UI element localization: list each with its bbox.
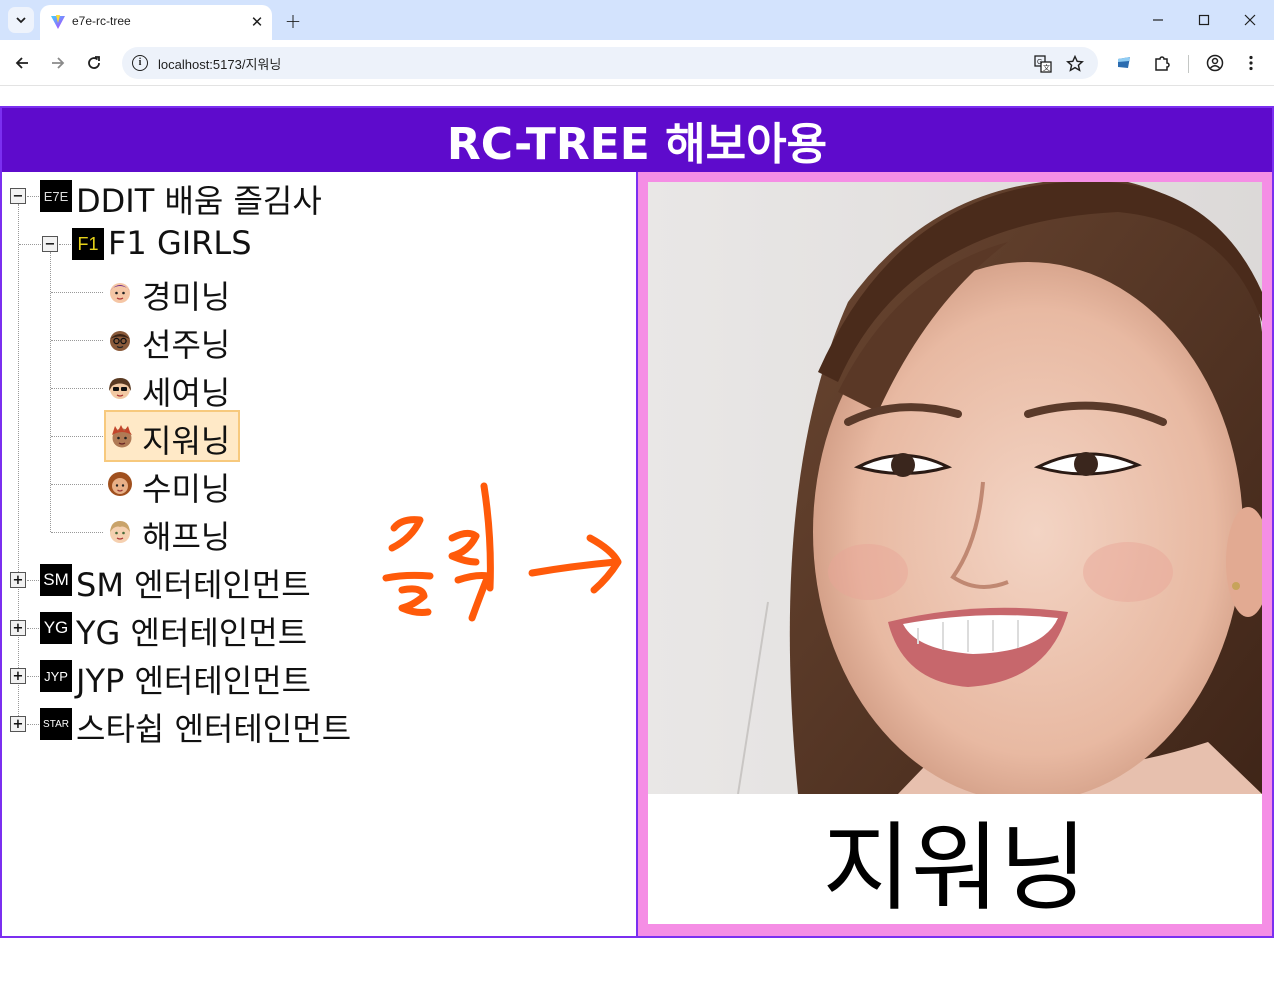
browser-toolbar: i localhost:5173/지워닝 G文 (0, 40, 1274, 86)
tab-close-icon[interactable]: ✕ (246, 11, 268, 33)
tree-connector (51, 484, 103, 485)
page-header: RC-TREE 해보아용 (2, 108, 1272, 172)
expand-icon[interactable]: + (10, 620, 26, 636)
tree-node-label[interactable]: DDIT 배움 즐김사 (76, 176, 322, 222)
click-annotation-arrow-icon (382, 482, 622, 622)
tree-node-member[interactable]: 세여닝 (2, 368, 602, 412)
kebab-menu-icon[interactable] (1239, 51, 1263, 75)
tree-connector (27, 196, 39, 197)
tree-node-label[interactable]: SM 엔터테인먼트 (76, 560, 311, 606)
tree-node-label[interactable]: 선주닝 (142, 320, 230, 366)
tree-node-f1-girls[interactable]: − F1 F1 GIRLS (2, 224, 602, 264)
e7e-logo-icon: E7E (40, 180, 72, 212)
info-icon[interactable]: i (132, 55, 148, 71)
tree-node-label[interactable]: JYP 엔터테인먼트 (76, 656, 311, 702)
jyp-logo-icon: JYP (40, 660, 72, 692)
arrow-right-icon[interactable] (44, 49, 72, 77)
sm-logo-icon: SM (40, 564, 72, 596)
tree-node-label[interactable]: 수미닝 (142, 464, 230, 510)
arrow-left-icon[interactable] (8, 49, 36, 77)
star-icon[interactable] (1064, 53, 1086, 75)
toolbar-divider (1188, 55, 1189, 73)
tree-connector (27, 580, 39, 581)
tree-connector (27, 628, 39, 629)
f1-logo-icon: F1 (72, 228, 104, 260)
app-extension-icon[interactable] (1112, 51, 1136, 75)
tab-title: e7e-rc-tree (72, 14, 131, 28)
new-tab-button[interactable]: + (280, 8, 306, 34)
detail-panel: 지워닝 (636, 172, 1272, 936)
blonde-avatar-icon (110, 521, 130, 543)
tree-connector (51, 292, 103, 293)
tree-connector (27, 676, 39, 677)
detail-name: 지워닝 (822, 811, 1088, 924)
page-title: RC-TREE 해보아용 (446, 119, 828, 170)
minimize-icon[interactable] (1140, 6, 1176, 34)
profile-photo (648, 182, 1262, 794)
app-container: RC-TREE 해보아용 − E7E DDIT 배움 즐김사 − F1 F1 G… (0, 106, 1274, 938)
translate-icon[interactable]: G文 (1032, 53, 1054, 75)
tree-node-e7e[interactable]: − E7E DDIT 배움 즐김사 (2, 176, 602, 220)
tree-connector (51, 532, 103, 533)
yg-logo-icon: YG (40, 612, 72, 644)
svg-text:文: 文 (1043, 63, 1050, 72)
close-icon[interactable] (1232, 6, 1268, 34)
tree-node-member-selected[interactable]: 지워닝 (2, 410, 602, 462)
svg-text:G: G (1037, 59, 1042, 66)
red-hair-avatar-icon (112, 425, 132, 448)
reload-icon[interactable] (80, 49, 108, 77)
maximize-icon[interactable] (1186, 6, 1222, 34)
collapse-icon[interactable]: − (10, 188, 26, 204)
tree-connector (27, 724, 39, 725)
tree-node-label[interactable]: 해프닝 (142, 512, 230, 558)
browser-tab-strip: e7e-rc-tree ✕ + (0, 0, 1274, 40)
browser-tab[interactable]: e7e-rc-tree ✕ (40, 5, 272, 40)
profile-icon[interactable] (1203, 51, 1227, 75)
tree-node-label[interactable]: 지워닝 (142, 416, 230, 462)
tree-node-label[interactable]: YG 엔터테인먼트 (76, 608, 307, 654)
tree-connector (51, 388, 103, 389)
sunglasses-avatar-icon (109, 378, 131, 399)
chevron-down-icon[interactable] (8, 7, 34, 33)
tree-connector (19, 244, 41, 245)
tree-node-label[interactable]: 스타쉽 엔터테인먼트 (76, 704, 351, 750)
expand-icon[interactable]: + (10, 668, 26, 684)
tree-node-label[interactable]: 경미닝 (142, 272, 230, 318)
address-bar[interactable]: i localhost:5173/지워닝 G文 (122, 47, 1098, 79)
tree-node-member[interactable]: 경미닝 (2, 272, 602, 316)
expand-icon[interactable]: + (10, 716, 26, 732)
curly-hair-avatar-icon (108, 472, 132, 496)
collapse-icon[interactable]: − (42, 236, 58, 252)
glasses-avatar-icon (110, 331, 130, 351)
tree-node-jyp[interactable]: + JYP JYP 엔터테인먼트 (2, 656, 602, 700)
vite-logo-icon (51, 15, 65, 29)
tree-node-label[interactable]: F1 GIRLS (108, 224, 252, 262)
tree-node-member[interactable]: 선주닝 (2, 320, 602, 364)
tree-node-starship[interactable]: + STAR 스타쉽 엔터테인먼트 (2, 704, 602, 748)
tree-connector (59, 244, 71, 245)
tree-connector (51, 436, 103, 437)
profile-card: 지워닝 (648, 182, 1262, 924)
expand-icon[interactable]: + (10, 572, 26, 588)
purple-hair-avatar-icon (110, 283, 130, 303)
tree-connector (51, 340, 103, 341)
tree-node-label[interactable]: 세여닝 (142, 368, 230, 414)
url-text[interactable]: localhost:5173/지워닝 (158, 54, 281, 73)
puzzle-icon[interactable] (1150, 51, 1174, 75)
starship-logo-icon: STAR (40, 708, 72, 740)
